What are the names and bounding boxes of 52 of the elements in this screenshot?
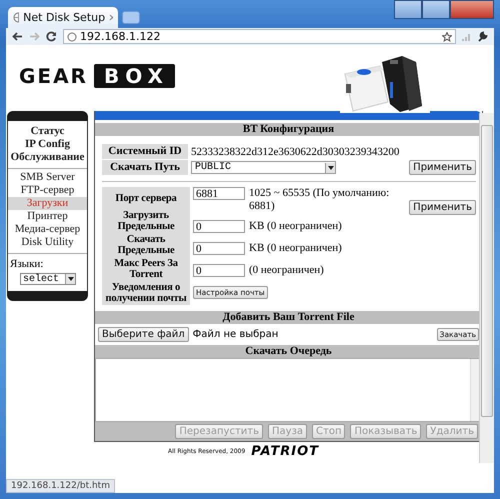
field-label: Скачать Путь: [102, 160, 188, 175]
signal-icon: [462, 32, 471, 40]
sidebar-item[interactable]: Обслуживание: [8, 151, 87, 164]
minimize-button[interactable]: [394, 0, 422, 19]
port-field[interactable]: 6881: [193, 187, 245, 200]
language-label: Языки:: [10, 258, 44, 270]
section-header: Скачать Очередь: [95, 345, 482, 358]
limit-note: KB (0 неограничен): [249, 242, 343, 254]
system-id-value: 52333238322d312e3630622d30303239343200: [191, 146, 400, 158]
dropdown-arrow-icon: [65, 274, 75, 284]
language-select[interactable]: select: [20, 273, 76, 285]
limit-note: (0 неограничен): [249, 264, 325, 276]
field-label: Системный ID: [102, 144, 188, 159]
sidebar-item[interactable]: SMB Server: [8, 171, 87, 184]
field-label: Уведомления о получении почты: [104, 281, 188, 305]
reload-icon[interactable]: [46, 31, 57, 42]
field-label: Макс Peers За Torrent: [113, 257, 179, 281]
brand-logo: PATRIOT: [251, 444, 319, 459]
apply-button[interactable]: Применить: [409, 160, 476, 175]
choose-file-button[interactable]: Выберите файл: [98, 327, 189, 342]
field-label: Порт сервера: [114, 192, 178, 204]
input-field[interactable]: 0: [193, 242, 245, 254]
section-header: BT Конфигурация: [95, 123, 482, 136]
sidebar-item[interactable]: FTP-сервер: [8, 184, 87, 197]
file-status: Файл не выбран: [192, 329, 278, 340]
field-label: Скачать Предельные: [116, 233, 176, 257]
back-icon[interactable]: [12, 31, 23, 42]
browser-tab[interactable]: Net Disk Setup: [8, 7, 118, 28]
sidebar-item[interactable]: Медиа-сервер: [8, 223, 87, 236]
section-header: Добавить Ваш Torrent File: [95, 311, 482, 324]
sidebar-item[interactable]: Загрузки: [8, 197, 87, 210]
close-button[interactable]: [450, 0, 494, 19]
field-label: Загрузить Предельные: [116, 209, 176, 233]
sidebar-item[interactable]: Статус: [8, 125, 87, 138]
sidebar-item[interactable]: Принтер: [8, 210, 87, 223]
apply-button[interactable]: Применить: [409, 200, 476, 215]
logo-text: BOX: [94, 64, 175, 88]
dropdown-arrow-icon: [325, 162, 335, 172]
input-field[interactable]: 0: [193, 264, 245, 276]
star-icon[interactable]: [442, 32, 452, 42]
input-field[interactable]: 0: [193, 220, 245, 232]
logo-text: GEAR: [19, 64, 88, 88]
scrollbar[interactable]: [479, 113, 494, 463]
address-field[interactable]: 192.168.1.122: [63, 29, 456, 44]
path-select[interactable]: PUBLIC: [191, 161, 336, 174]
sidebar-item[interactable]: Disk Utility: [8, 236, 87, 249]
maximize-button[interactable]: [422, 0, 450, 19]
limit-note: KB (0 неограничен): [249, 220, 343, 232]
port-range-note: 1025 ~ 65535 (По умолчанию: 6881): [249, 187, 390, 213]
status-bar: 192.168.1.122/bt.htm: [6, 479, 115, 493]
sidebar-item[interactable]: IP Config: [8, 138, 87, 151]
wrench-icon[interactable]: [477, 31, 488, 42]
